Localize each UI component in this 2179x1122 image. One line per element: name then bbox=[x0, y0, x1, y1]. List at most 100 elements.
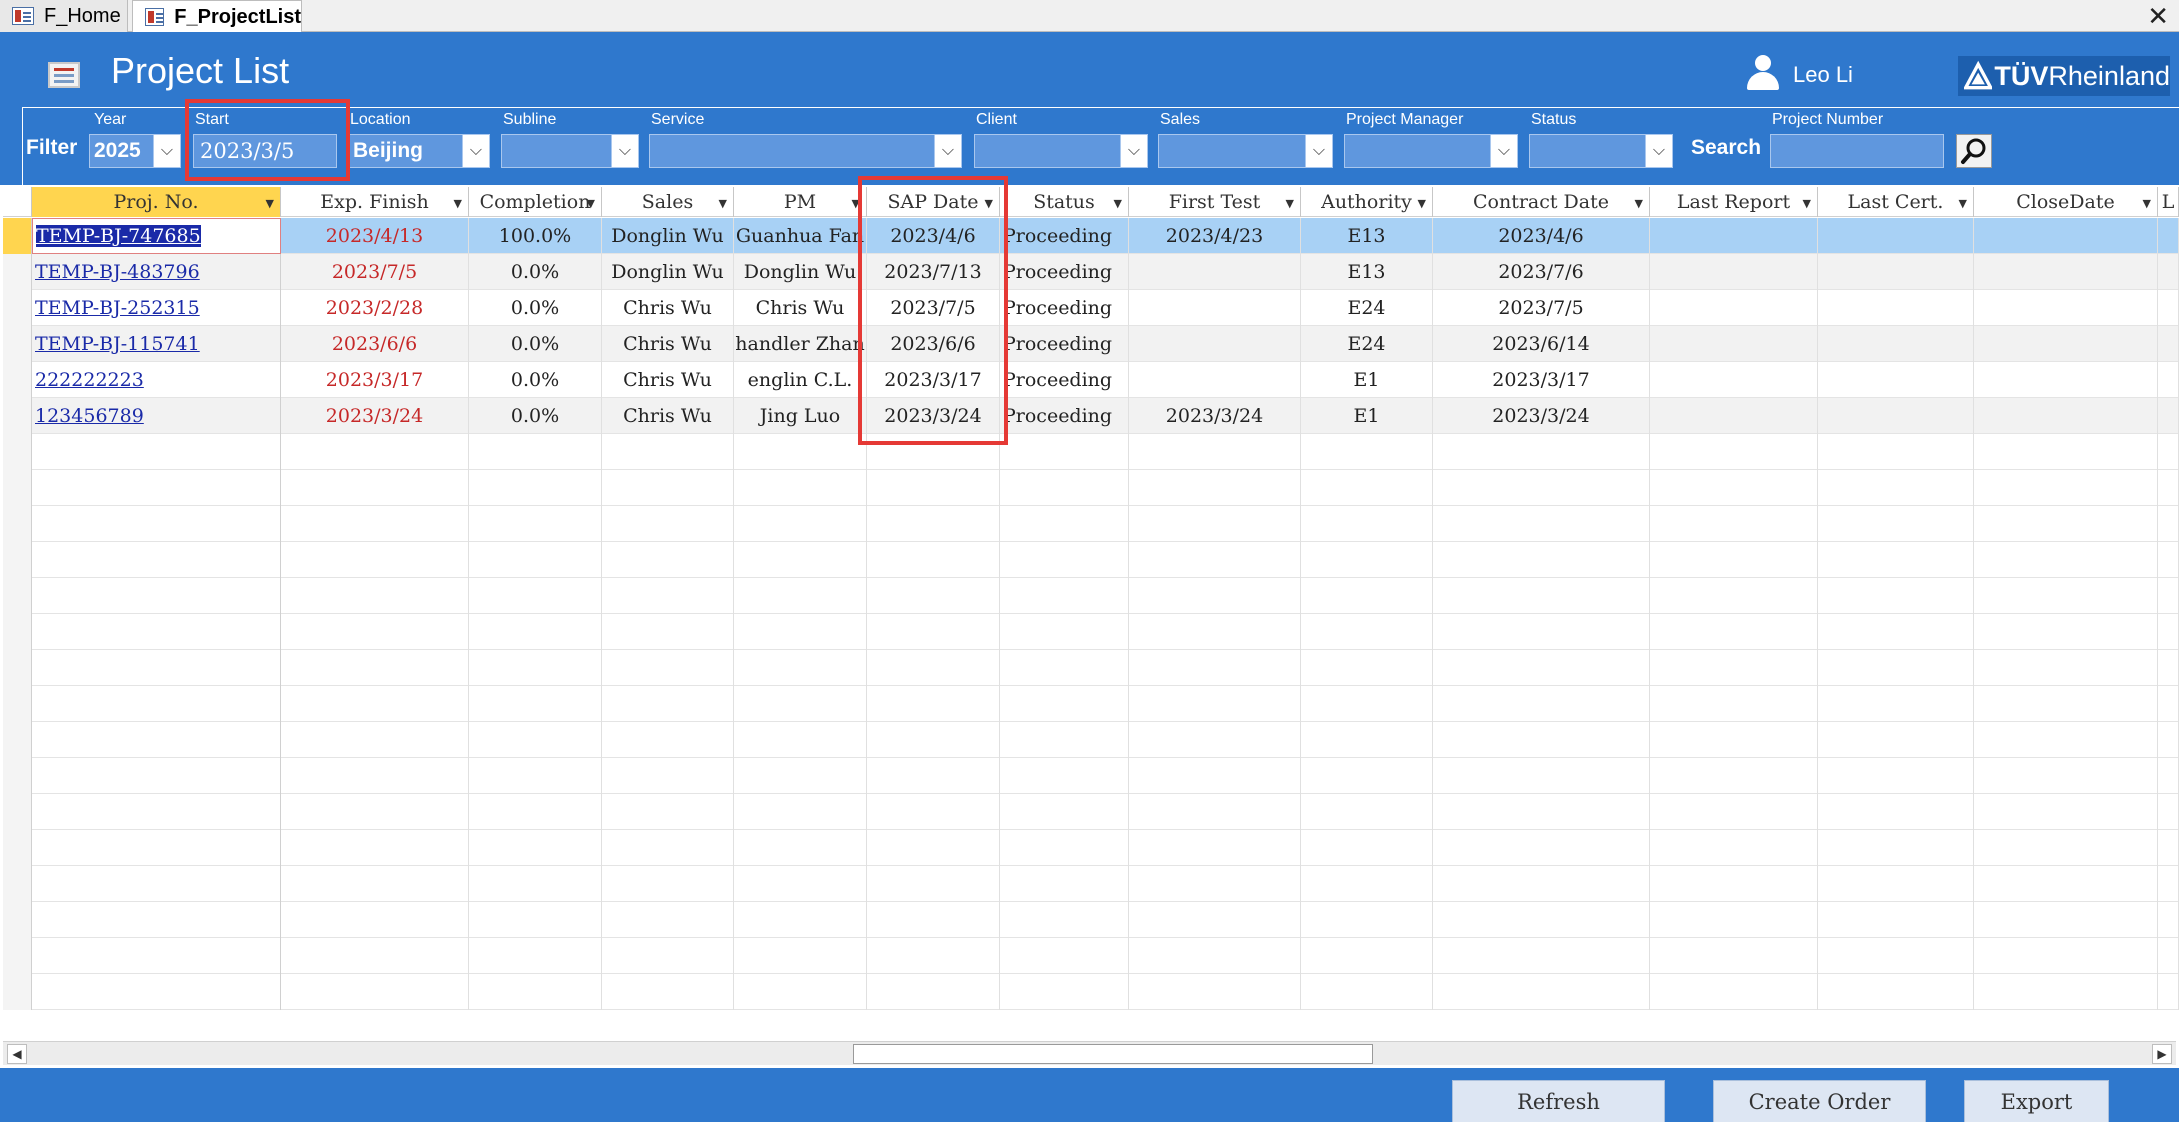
table-row[interactable]: TEMP-BJ-483796 2023/7/5 0.0% Donglin Wu Dong… bbox=[3, 254, 2179, 290]
row-selector[interactable] bbox=[3, 938, 32, 974]
sort-dropdown-icon[interactable]: ▼ bbox=[719, 197, 727, 210]
grid-cell[interactable] bbox=[1650, 362, 1818, 398]
search-button[interactable] bbox=[1956, 134, 1992, 168]
grid-cell[interactable]: TEMP-BJ-483796 bbox=[32, 254, 281, 290]
grid-cell[interactable] bbox=[734, 866, 867, 902]
grid-cell[interactable]: E1 bbox=[1301, 398, 1433, 434]
grid-cell[interactable] bbox=[1974, 686, 2158, 722]
grid-cell[interactable] bbox=[1000, 722, 1129, 758]
grid-cell[interactable] bbox=[32, 650, 281, 686]
grid-cell[interactable] bbox=[469, 902, 602, 938]
row-selector[interactable] bbox=[3, 326, 32, 362]
grid-cell[interactable] bbox=[32, 686, 281, 722]
grid-cell[interactable]: Chris Wu bbox=[602, 362, 734, 398]
grid-cell[interactable] bbox=[1301, 434, 1433, 470]
table-row[interactable]: 123456789 2023/3/24 0.0% Chris Wu Jing Luo 20… bbox=[3, 398, 2179, 434]
grid-cell[interactable] bbox=[1129, 470, 1301, 506]
grid-cell[interactable] bbox=[2158, 650, 2179, 686]
grid-cell[interactable] bbox=[2158, 758, 2179, 794]
grid-cell[interactable] bbox=[2158, 938, 2179, 974]
grid-cell[interactable] bbox=[1129, 614, 1301, 650]
create-order-button[interactable]: Create Order bbox=[1713, 1080, 1926, 1122]
grid-cell[interactable] bbox=[1000, 902, 1129, 938]
tab-f-home[interactable]: F_Home bbox=[0, 0, 128, 32]
grid-cell[interactable] bbox=[2158, 398, 2179, 434]
grid-cell[interactable] bbox=[734, 758, 867, 794]
grid-cell[interactable] bbox=[2158, 614, 2179, 650]
row-selector[interactable] bbox=[3, 470, 32, 506]
row-selector[interactable] bbox=[3, 398, 32, 434]
grid-cell[interactable] bbox=[1974, 830, 2158, 866]
grid-cell[interactable] bbox=[2158, 218, 2179, 254]
grid-cell[interactable]: Proceeding bbox=[1000, 326, 1129, 362]
grid-cell[interactable]: 0.0% bbox=[469, 290, 602, 326]
grid-cell[interactable]: 2023/2/28 bbox=[281, 290, 469, 326]
grid-cell[interactable] bbox=[281, 542, 469, 578]
row-selector[interactable] bbox=[3, 542, 32, 578]
grid-cell[interactable] bbox=[469, 794, 602, 830]
grid-cell[interactable]: Proceeding bbox=[1000, 254, 1129, 290]
close-icon[interactable]: ✕ bbox=[2147, 2, 2169, 30]
grid-cell[interactable] bbox=[281, 758, 469, 794]
grid-cell[interactable] bbox=[602, 434, 734, 470]
grid-cell[interactable]: Donglin Wu bbox=[602, 254, 734, 290]
grid-cell[interactable] bbox=[1000, 866, 1129, 902]
subline-select[interactable]: ⌵ bbox=[501, 134, 639, 168]
grid-cell[interactable] bbox=[867, 722, 1000, 758]
grid-cell[interactable] bbox=[32, 758, 281, 794]
grid-cell[interactable] bbox=[734, 470, 867, 506]
grid-cell[interactable] bbox=[1301, 686, 1433, 722]
grid-cell[interactable] bbox=[1433, 830, 1650, 866]
grid-cell[interactable] bbox=[1818, 398, 1974, 434]
row-selector[interactable] bbox=[3, 614, 32, 650]
grid-cell[interactable] bbox=[1129, 794, 1301, 830]
grid-cell[interactable] bbox=[1129, 362, 1301, 398]
grid-cell[interactable]: englin C.L. bbox=[734, 362, 867, 398]
grid-cell[interactable]: 2023/4/6 bbox=[1433, 218, 1650, 254]
grid-cell[interactable] bbox=[1129, 974, 1301, 1010]
sort-dropdown-icon[interactable]: ▼ bbox=[1803, 197, 1811, 210]
grid-cell[interactable] bbox=[281, 722, 469, 758]
row-selector[interactable] bbox=[3, 434, 32, 470]
grid-cell[interactable] bbox=[1974, 938, 2158, 974]
chevron-down-icon[interactable]: ⌵ bbox=[1490, 135, 1517, 167]
grid-cell[interactable] bbox=[2158, 902, 2179, 938]
grid-cell[interactable] bbox=[602, 794, 734, 830]
grid-cell[interactable] bbox=[867, 686, 1000, 722]
sort-dropdown-icon[interactable]: ▼ bbox=[1286, 197, 1294, 210]
grid-cell[interactable] bbox=[1818, 218, 1974, 254]
project-manager-select[interactable]: ⌵ bbox=[1344, 134, 1518, 168]
year-select[interactable]: 2025 ⌵ bbox=[89, 134, 181, 168]
grid-cell[interactable] bbox=[32, 614, 281, 650]
grid-cell[interactable] bbox=[1818, 434, 1974, 470]
grid-cell[interactable] bbox=[867, 542, 1000, 578]
column-header[interactable]: Completion ▼ bbox=[469, 187, 602, 217]
grid-cell[interactable] bbox=[1301, 866, 1433, 902]
column-header[interactable]: Exp. Finish ▼ bbox=[281, 187, 469, 217]
chevron-down-icon[interactable]: ⌵ bbox=[1305, 135, 1332, 167]
grid-cell[interactable] bbox=[1974, 362, 2158, 398]
grid-cell[interactable] bbox=[602, 614, 734, 650]
grid-cell[interactable] bbox=[1000, 506, 1129, 542]
sort-dropdown-icon[interactable]: ▼ bbox=[454, 197, 462, 210]
grid-cell[interactable]: E24 bbox=[1301, 326, 1433, 362]
grid-cell[interactable] bbox=[1974, 794, 2158, 830]
grid-cell[interactable] bbox=[1650, 830, 1818, 866]
grid-cell[interactable]: TEMP-BJ-115741 bbox=[32, 326, 281, 362]
row-selector[interactable] bbox=[3, 650, 32, 686]
row-selector[interactable] bbox=[3, 218, 32, 254]
grid-cell[interactable]: 2023/4/23 bbox=[1129, 218, 1301, 254]
grid-cell[interactable] bbox=[1650, 758, 1818, 794]
grid-cell[interactable] bbox=[469, 650, 602, 686]
grid-cell[interactable] bbox=[281, 434, 469, 470]
grid-cell[interactable] bbox=[1974, 218, 2158, 254]
chevron-down-icon[interactable]: ⌵ bbox=[1645, 135, 1672, 167]
table-row[interactable]: TEMP-BJ-747685 2023/4/13 100.0% Donglin Wu G… bbox=[3, 218, 2179, 254]
grid-cell[interactable] bbox=[1818, 974, 1974, 1010]
grid-cell[interactable] bbox=[1301, 542, 1433, 578]
grid-cell[interactable] bbox=[1129, 506, 1301, 542]
grid-cell[interactable]: Chris Wu bbox=[602, 398, 734, 434]
project-number-input[interactable] bbox=[1770, 134, 1944, 168]
grid-cell[interactable] bbox=[602, 686, 734, 722]
sort-dropdown-icon[interactable]: ▼ bbox=[1418, 197, 1426, 210]
